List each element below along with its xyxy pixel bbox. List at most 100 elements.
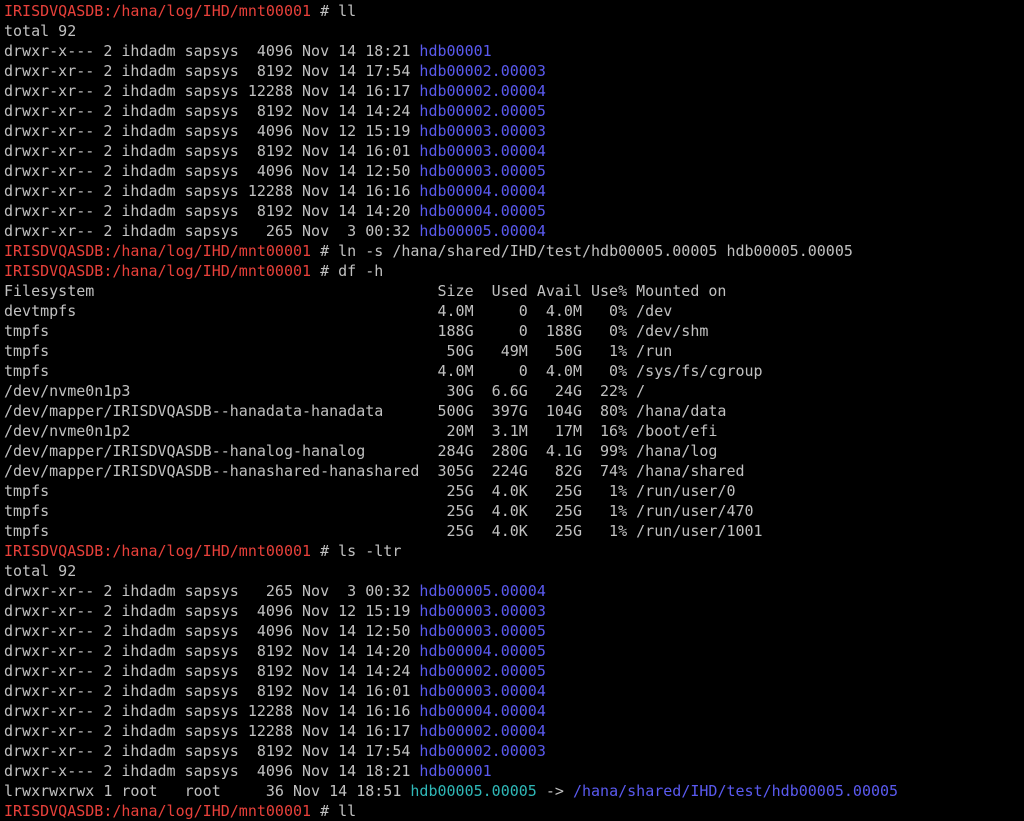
command-text: ll <box>338 2 357 20</box>
listing-row: drwxr-xr-- 2 ihdadm sapsys 4096 Nov 12 1… <box>4 601 1024 621</box>
output-text: tmpfs 25G 4.0K 25G 1% /run/user/1001 <box>4 522 763 540</box>
listing-row: drwxr-xr-- 2 ihdadm sapsys 12288 Nov 14 … <box>4 721 1024 741</box>
output-line: /dev/nvme0n1p3 30G 6.6G 24G 22% / <box>4 381 1024 401</box>
directory-name: hdb00005.00004 <box>419 222 546 240</box>
file-metadata: drwxr-xr-- 2 ihdadm sapsys 4096 Nov 14 1… <box>4 622 420 640</box>
shell-prompt: IRISDVQASDB:/hana/log/IHD/mnt00001 <box>4 2 312 20</box>
directory-name: hdb00004.00004 <box>419 702 546 720</box>
output-line: /dev/mapper/IRISDVQASDB--hanadata-hanada… <box>4 401 1024 421</box>
directory-name: hdb00004.00004 <box>419 182 546 200</box>
file-metadata: drwxr-xr-- 2 ihdadm sapsys 12288 Nov 14 … <box>4 702 420 720</box>
file-metadata: lrwxrwxrwx 1 root root 36 Nov 14 18:51 <box>4 782 411 800</box>
output-text: total 92 <box>4 22 77 40</box>
listing-row-symlink: lrwxrwxrwx 1 root root 36 Nov 14 18:51 h… <box>4 781 1024 801</box>
shell-prompt: IRISDVQASDB:/hana/log/IHD/mnt00001 <box>4 542 312 560</box>
prompt-separator: # <box>311 802 339 820</box>
output-line: tmpfs 4.0M 0 4.0M 0% /sys/fs/cgroup <box>4 361 1024 381</box>
file-metadata: drwxr-xr-- 2 ihdadm sapsys 8192 Nov 14 1… <box>4 62 420 80</box>
file-metadata: drwxr-x--- 2 ihdadm sapsys 4096 Nov 14 1… <box>4 42 420 60</box>
listing-row: drwxr-xr-- 2 ihdadm sapsys 8192 Nov 14 1… <box>4 681 1024 701</box>
listing-row: drwxr-xr-- 2 ihdadm sapsys 8192 Nov 14 1… <box>4 101 1024 121</box>
output-line: devtmpfs 4.0M 0 4.0M 0% /dev <box>4 301 1024 321</box>
listing-row: drwxr-xr-- 2 ihdadm sapsys 8192 Nov 14 1… <box>4 141 1024 161</box>
directory-name: hdb00004.00005 <box>419 202 546 220</box>
terminal-output[interactable]: IRISDVQASDB:/hana/log/IHD/mnt00001 # ll t… <box>4 1 1024 821</box>
listing-row: drwxr-xr-- 2 ihdadm sapsys 8192 Nov 14 1… <box>4 641 1024 661</box>
command-line: IRISDVQASDB:/hana/log/IHD/mnt00001 # ls … <box>4 541 1024 561</box>
output-line: tmpfs 25G 4.0K 25G 1% /run/user/1001 <box>4 521 1024 541</box>
prompt-separator: # <box>311 262 339 280</box>
output-text: tmpfs 50G 49M 50G 1% /run <box>4 342 673 360</box>
output-line: tmpfs 50G 49M 50G 1% /run <box>4 341 1024 361</box>
directory-name: hdb00003.00005 <box>419 622 546 640</box>
file-metadata: drwxr-xr-- 2 ihdadm sapsys 8192 Nov 14 1… <box>4 662 420 680</box>
directory-name: hdb00002.00004 <box>419 722 546 740</box>
output-text: tmpfs 25G 4.0K 25G 1% /run/user/470 <box>4 502 754 520</box>
file-metadata: drwxr-x--- 2 ihdadm sapsys 4096 Nov 14 1… <box>4 762 420 780</box>
output-line: tmpfs 25G 4.0K 25G 1% /run/user/470 <box>4 501 1024 521</box>
listing-row: drwxr-xr-- 2 ihdadm sapsys 4096 Nov 12 1… <box>4 121 1024 141</box>
output-line: /dev/mapper/IRISDVQASDB--hanalog-hanalog… <box>4 441 1024 461</box>
prompt-separator: # <box>311 242 339 260</box>
file-metadata: drwxr-xr-- 2 ihdadm sapsys 265 Nov 3 00:… <box>4 222 420 240</box>
directory-name: hdb00002.00003 <box>419 62 546 80</box>
directory-name: hdb00005.00004 <box>419 582 546 600</box>
listing-row: drwxr-xr-- 2 ihdadm sapsys 265 Nov 3 00:… <box>4 221 1024 241</box>
output-text: tmpfs 4.0M 0 4.0M 0% /sys/fs/cgroup <box>4 362 763 380</box>
prompt-separator: # <box>311 542 339 560</box>
file-metadata: drwxr-xr-- 2 ihdadm sapsys 8192 Nov 14 1… <box>4 642 420 660</box>
directory-name: hdb00003.00004 <box>419 142 546 160</box>
listing-row: drwxr-x--- 2 ihdadm sapsys 4096 Nov 14 1… <box>4 41 1024 61</box>
listing-row: drwxr-xr-- 2 ihdadm sapsys 4096 Nov 14 1… <box>4 621 1024 641</box>
directory-name: hdb00001 <box>419 42 492 60</box>
file-metadata: drwxr-xr-- 2 ihdadm sapsys 12288 Nov 14 … <box>4 182 420 200</box>
listing-row: drwxr-xr-- 2 ihdadm sapsys 8192 Nov 14 1… <box>4 61 1024 81</box>
directory-name: hdb00003.00003 <box>419 602 546 620</box>
output-line: Filesystem Size Used Avail Use% Mounted … <box>4 281 1024 301</box>
listing-row: drwxr-xr-- 2 ihdadm sapsys 12288 Nov 14 … <box>4 181 1024 201</box>
directory-name: hdb00002.00005 <box>419 102 546 120</box>
file-metadata: drwxr-xr-- 2 ihdadm sapsys 4096 Nov 14 1… <box>4 162 420 180</box>
output-text: /dev/mapper/IRISDVQASDB--hanashared-hana… <box>4 462 745 480</box>
listing-row: drwxr-xr-- 2 ihdadm sapsys 8192 Nov 14 1… <box>4 661 1024 681</box>
command-text: ln -s /hana/shared/IHD/test/hdb00005.000… <box>338 242 853 260</box>
output-text: /dev/nvme0n1p2 20M 3.1M 17M 16% /boot/ef… <box>4 422 718 440</box>
prompt-separator: # <box>311 2 339 20</box>
file-metadata: drwxr-xr-- 2 ihdadm sapsys 265 Nov 3 00:… <box>4 582 420 600</box>
command-line: IRISDVQASDB:/hana/log/IHD/mnt00001 # df … <box>4 261 1024 281</box>
directory-name: hdb00002.00005 <box>419 662 546 680</box>
output-line: tmpfs 25G 4.0K 25G 1% /run/user/0 <box>4 481 1024 501</box>
output-line: /dev/mapper/IRISDVQASDB--hanashared-hana… <box>4 461 1024 481</box>
file-metadata: drwxr-xr-- 2 ihdadm sapsys 8192 Nov 14 1… <box>4 682 420 700</box>
output-line: /dev/nvme0n1p2 20M 3.1M 17M 16% /boot/ef… <box>4 421 1024 441</box>
file-metadata: drwxr-xr-- 2 ihdadm sapsys 4096 Nov 12 1… <box>4 602 420 620</box>
listing-row: drwxr-xr-- 2 ihdadm sapsys 12288 Nov 14 … <box>4 81 1024 101</box>
output-line: total 92 <box>4 21 1024 41</box>
output-line: tmpfs 188G 0 188G 0% /dev/shm <box>4 321 1024 341</box>
listing-row: drwxr-xr-- 2 ihdadm sapsys 265 Nov 3 00:… <box>4 581 1024 601</box>
file-metadata: drwxr-xr-- 2 ihdadm sapsys 12288 Nov 14 … <box>4 722 420 740</box>
output-text: tmpfs 25G 4.0K 25G 1% /run/user/0 <box>4 482 736 500</box>
directory-name: hdb00002.00003 <box>419 742 546 760</box>
file-metadata: drwxr-xr-- 2 ihdadm sapsys 8192 Nov 14 1… <box>4 742 420 760</box>
shell-prompt: IRISDVQASDB:/hana/log/IHD/mnt00001 <box>4 802 312 820</box>
symlink-arrow: -> <box>536 782 573 800</box>
listing-row: drwxr-xr-- 2 ihdadm sapsys 8192 Nov 14 1… <box>4 201 1024 221</box>
command-text: ls -ltr <box>338 542 402 560</box>
file-metadata: drwxr-xr-- 2 ihdadm sapsys 8192 Nov 14 1… <box>4 142 420 160</box>
command-text: df -h <box>338 262 384 280</box>
listing-row: drwxr-x--- 2 ihdadm sapsys 4096 Nov 14 1… <box>4 761 1024 781</box>
listing-row: drwxr-xr-- 2 ihdadm sapsys 4096 Nov 14 1… <box>4 161 1024 181</box>
file-metadata: drwxr-xr-- 2 ihdadm sapsys 4096 Nov 12 1… <box>4 122 420 140</box>
command-line: IRISDVQASDB:/hana/log/IHD/mnt00001 # ll <box>4 1 1024 21</box>
command-line: IRISDVQASDB:/hana/log/IHD/mnt00001 # ll <box>4 801 1024 821</box>
file-metadata: drwxr-xr-- 2 ihdadm sapsys 12288 Nov 14 … <box>4 82 420 100</box>
listing-row: drwxr-xr-- 2 ihdadm sapsys 8192 Nov 14 1… <box>4 741 1024 761</box>
shell-prompt: IRISDVQASDB:/hana/log/IHD/mnt00001 <box>4 242 312 260</box>
directory-name: hdb00003.00003 <box>419 122 546 140</box>
listing-row: drwxr-xr-- 2 ihdadm sapsys 12288 Nov 14 … <box>4 701 1024 721</box>
file-metadata: drwxr-xr-- 2 ihdadm sapsys 8192 Nov 14 1… <box>4 202 420 220</box>
directory-name: hdb00003.00004 <box>419 682 546 700</box>
directory-name: hdb00001 <box>419 762 492 780</box>
directory-name: hdb00002.00004 <box>419 82 546 100</box>
